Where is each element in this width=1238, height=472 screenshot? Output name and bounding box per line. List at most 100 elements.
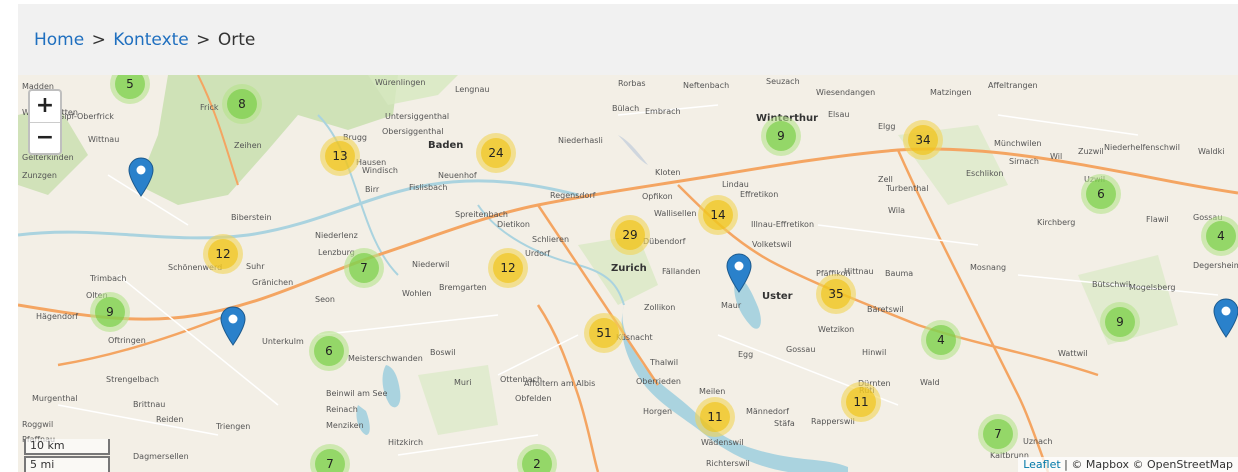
place-label: Wittnau [88,135,120,144]
place-label: Bäretswil [867,305,904,314]
zoom-in-button[interactable]: + [30,91,60,123]
cluster-count: 6 [314,336,344,366]
place-label: Zell [878,175,893,184]
marker-cluster[interactable]: 12 [203,234,243,274]
place-label: Neftenbach [683,81,730,90]
place-label: Wädenswil [701,438,744,447]
cluster-count: 11 [700,402,730,432]
place-label: Wohlen [402,289,432,298]
breadcrumb-kontexte-link[interactable]: Kontexte [113,30,189,50]
place-label: Elgg [878,122,896,131]
place-label: Wiesendangen [816,88,876,97]
place-label: Würenlingen [375,78,426,87]
leaflet-link[interactable]: Leaflet [1023,458,1060,471]
cluster-count: 6 [1086,179,1116,209]
place-label: Uznach [1023,437,1053,446]
place-label: Oberrieden [636,377,681,386]
cluster-count: 4 [926,325,956,355]
place-label: Seuzach [766,77,800,86]
marker-cluster[interactable]: 13 [320,136,360,176]
place-label: Neuenhof [438,171,477,180]
place-label: Embrach [645,107,681,116]
location-marker-icon[interactable] [1213,298,1238,338]
place-label: Zurich [611,263,647,274]
marker-cluster[interactable]: 12 [488,248,528,288]
marker-cluster[interactable]: 9 [1100,302,1140,342]
place-label: Bauma [885,269,914,278]
place-label: Zunzgen [22,171,57,180]
place-label: Oftringen [108,336,146,345]
place-label: Münchwilen [994,139,1042,148]
place-label: Illnau-Effretikon [751,220,815,229]
place-label: Wila [888,206,906,215]
place-label: Niederhelfenschwil [1104,143,1180,152]
place-label: Gossau [786,345,816,354]
cluster-count: 8 [227,89,257,119]
place-label: Degersheim [1193,261,1238,270]
marker-cluster[interactable]: 4 [921,320,961,360]
marker-cluster[interactable]: 9 [761,116,801,156]
place-label: Untersiggenthal [385,112,450,121]
place-label: Rapperswil [811,417,855,426]
place-label: Hinwil [862,348,887,357]
place-label: Brittnau [133,400,166,409]
cluster-count: 7 [349,253,379,283]
place-label: Niederlenz [315,231,358,240]
place-label: Sirnach [1009,157,1039,166]
attribution-text: | © Mapbox © OpenStreetMap [1060,458,1233,471]
marker-cluster[interactable]: 7 [344,248,384,288]
place-label: Bremgarten [439,283,487,292]
scale-mi: 5 mi [24,456,110,472]
zoom-control: + − [28,89,62,155]
place-label: Richterswil [706,459,750,468]
marker-cluster[interactable]: 14 [698,195,738,235]
place-label: Bülach [612,104,640,113]
place-label: Hitzkirch [388,438,424,447]
marker-cluster[interactable]: 11 [841,382,881,422]
place-label: Waldki [1198,147,1225,156]
place-label: Flawil [1146,215,1169,224]
marker-cluster[interactable]: 34 [903,120,943,160]
cluster-count: 2 [522,449,552,472]
place-label: Obersiggenthal [382,127,444,136]
cluster-count: 5 [115,75,145,99]
marker-cluster[interactable]: 29 [610,215,650,255]
marker-cluster[interactable]: 6 [1081,174,1121,214]
zoom-out-button[interactable]: − [30,123,60,154]
place-label: Schlieren [532,235,570,244]
marker-cluster[interactable]: 24 [476,133,516,173]
cluster-count: 4 [1206,221,1236,251]
location-marker-icon[interactable] [726,253,752,293]
marker-cluster[interactable]: 6 [309,331,349,371]
marker-cluster[interactable]: 35 [816,274,856,314]
place-label: Niederwil [412,260,450,269]
place-label: Niederhasli [558,136,603,145]
location-marker-icon[interactable] [128,157,154,197]
marker-cluster[interactable]: 7 [978,414,1018,454]
marker-cluster[interactable]: 51 [584,313,624,353]
place-label: Elsau [828,110,850,119]
place-label: Reiden [156,415,184,424]
marker-cluster[interactable]: 9 [90,292,130,332]
marker-cluster[interactable]: 8 [222,84,262,124]
place-label: Thalwil [650,358,679,367]
place-label: Rorbas [618,79,646,88]
place-label: Boswil [430,348,456,357]
place-label: Roggwil [22,420,54,429]
place-label: Unterkulm [262,337,304,346]
place-label: Dagmersellen [133,452,189,461]
place-label: Beinwil am See [326,389,388,398]
place-label: Triengen [216,422,251,431]
place-label: Regensdorf [550,191,596,200]
place-label: Murgenthal [32,394,78,403]
breadcrumb-home-link[interactable]: Home [34,30,84,50]
place-label: Biberstein [231,213,272,222]
cluster-count: 9 [95,297,125,327]
place-label: Zollikon [644,303,676,312]
marker-cluster[interactable]: 11 [695,397,735,437]
location-marker-icon[interactable] [220,306,246,346]
marker-cluster[interactable]: 4 [1201,216,1238,256]
places-map[interactable]: Madden Frick Würenlingen Lengnau Rorbas Nefte… [18,75,1238,472]
breadcrumb-separator: > [196,30,211,50]
cluster-count: 11 [846,387,876,417]
